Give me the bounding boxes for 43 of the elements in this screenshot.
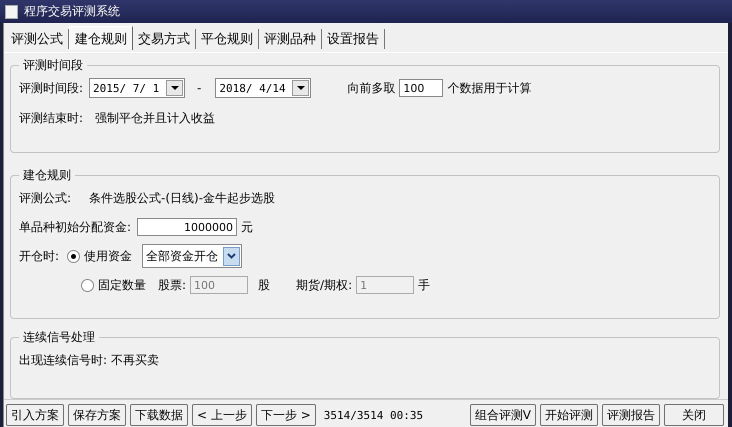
- capital-input[interactable]: 1000000: [137, 218, 238, 236]
- signal-value: 不再买卖: [111, 352, 160, 368]
- chevron-down-icon[interactable]: [223, 246, 240, 266]
- stock-label: 股票:: [158, 276, 186, 294]
- date-separator: -: [197, 81, 202, 95]
- toolbar-button[interactable]: 组合评测V: [470, 404, 536, 426]
- end-label: 评测结束时:: [19, 110, 84, 126]
- open-label: 开仓时:: [19, 248, 60, 264]
- radio-button[interactable]: [67, 250, 80, 262]
- lookback-label: 向前多取: [347, 80, 396, 96]
- radio-button[interactable]: [81, 278, 94, 292]
- lookback-input[interactable]: 100: [399, 79, 444, 97]
- end-date-picker[interactable]: 2018/ 4/14: [215, 78, 312, 98]
- group-title: 连续信号处理: [22, 329, 96, 346]
- window-title: 程序交易评测系统: [24, 3, 120, 20]
- radio-label: 固定数量: [98, 276, 146, 294]
- toolbar-button[interactable]: 保存方案: [68, 404, 126, 426]
- toolbar-button[interactable]: 关闭: [664, 404, 724, 426]
- formula-label: 评测公式:: [19, 190, 72, 206]
- futures-unit: 手: [418, 276, 430, 294]
- capital-label: 单品种初始分配资金:: [19, 218, 132, 236]
- toolbar-button[interactable]: 下载数据: [130, 404, 188, 426]
- stock-unit: 股: [258, 276, 270, 294]
- tab[interactable]: 建仓规则: [69, 26, 133, 50]
- group-title: 评测时间段: [22, 57, 84, 74]
- toolbar-button[interactable]: 引入方案: [6, 404, 64, 426]
- fund-mode-dropdown[interactable]: 全部资金开仓: [142, 244, 242, 268]
- period-label: 评测时间段:: [19, 80, 84, 96]
- radio-label: 使用资金: [84, 248, 132, 264]
- group-title: 建仓规则: [22, 167, 72, 184]
- end-value: 强制平仓并且计入收益: [95, 110, 216, 126]
- formula-value: 条件选股公式-(日线)-金牛起步选股: [89, 190, 276, 206]
- toolbar-button[interactable]: 开始评测: [540, 404, 598, 426]
- progress-status: 3514/3514 00:35: [324, 408, 424, 422]
- lookback-suffix: 个数据用于计算: [447, 80, 532, 96]
- start-date-picker[interactable]: 2015/ 7/ 1: [89, 78, 186, 98]
- toolbar-button[interactable]: 下一步 >: [256, 404, 316, 426]
- app-icon: [5, 4, 18, 18]
- toolbar-button[interactable]: < 上一步: [192, 404, 252, 426]
- capital-unit: 元: [241, 218, 254, 236]
- futures-label: 期货/期权:: [296, 276, 352, 294]
- signal-label: 出现连续信号时:: [19, 352, 108, 368]
- toolbar-button[interactable]: 评测报告: [602, 404, 660, 426]
